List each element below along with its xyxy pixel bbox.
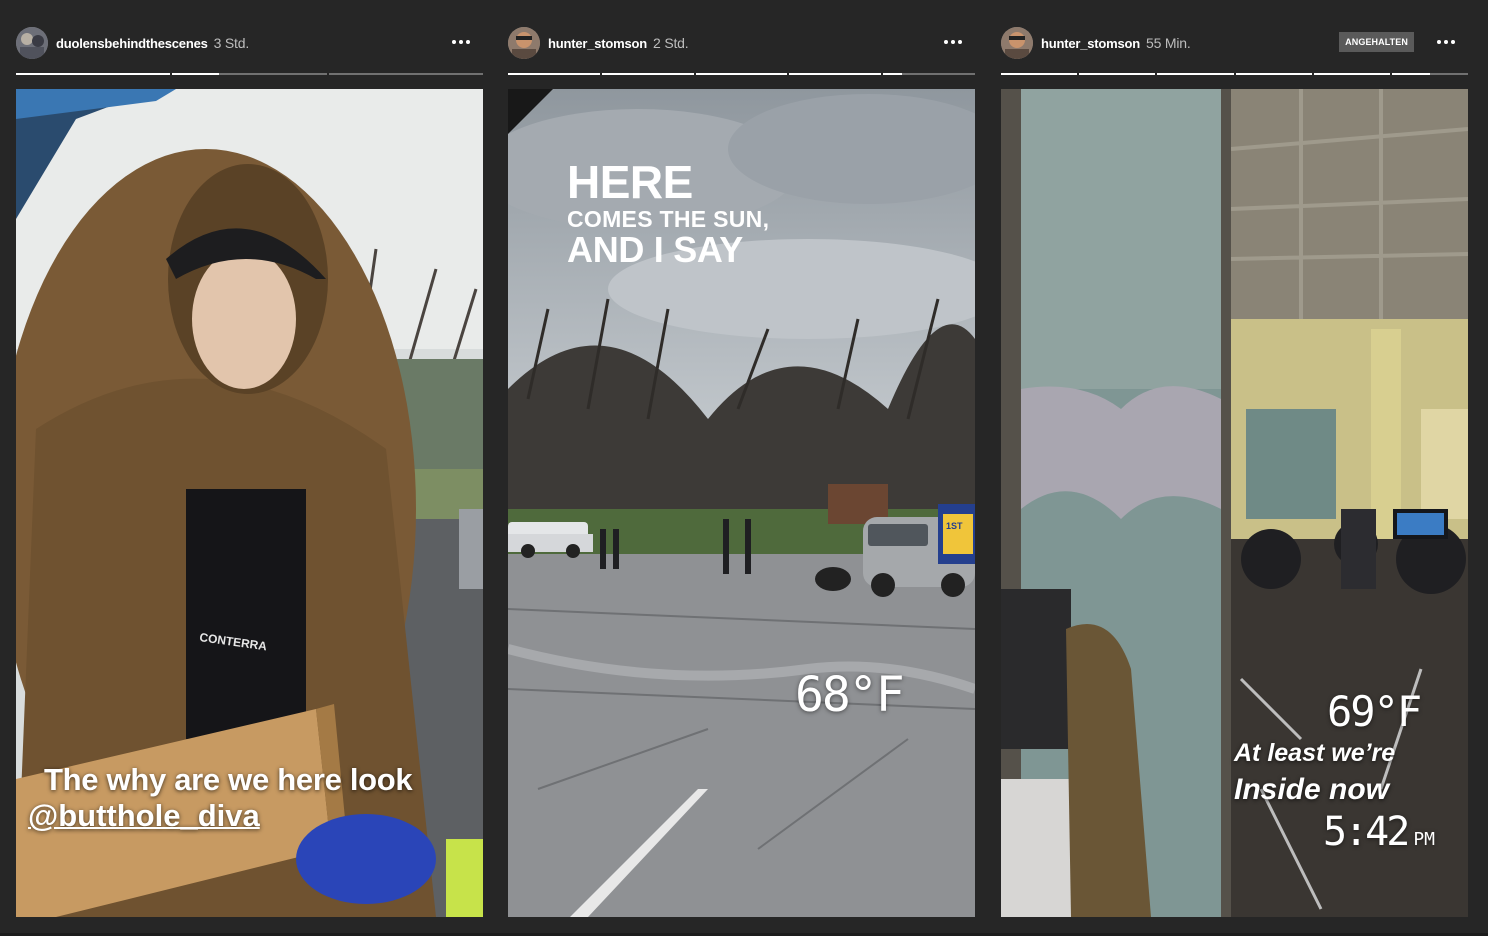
username[interactable]: hunter_stomson — [1041, 36, 1140, 51]
progress-segment — [328, 73, 483, 75]
username-row: hunter_stomson 2 Std. — [548, 35, 689, 51]
story-header: hunter_stomson 2 Std. — [508, 26, 975, 60]
progress-segment — [1079, 73, 1156, 75]
progress-segment — [1157, 73, 1234, 75]
progress-bar — [16, 73, 483, 75]
story-caption: The why are we here look — [44, 762, 413, 797]
time-sticker: 5:42 PM — [1323, 809, 1435, 855]
more-horizontal-icon — [1437, 40, 1441, 44]
more-options-button[interactable] — [1434, 30, 1458, 54]
progress-segment — [695, 73, 788, 75]
story-card-2[interactable]: hunter_stomson 2 Std. 1ST HERE COMES THE… — [508, 0, 975, 936]
clock-time: 5:42 — [1323, 809, 1410, 855]
clock-ampm: PM — [1413, 829, 1436, 850]
more-horizontal-icon — [452, 40, 456, 44]
story-card-3[interactable]: hunter_stomson 55 Min. ANGEHALTEN 69°F A… — [1001, 0, 1469, 936]
post-time: 55 Min. — [1146, 35, 1191, 51]
story-text-line-2: Inside now — [1234, 773, 1390, 806]
progress-bar — [1001, 73, 1469, 75]
avatar[interactable] — [16, 27, 48, 59]
username-row: duolensbehindthescenes 3 Std. — [56, 35, 249, 51]
progress-segment — [883, 73, 975, 75]
more-horizontal-icon — [944, 40, 948, 44]
progress-segment — [1391, 73, 1469, 75]
avatar[interactable] — [1001, 27, 1033, 59]
mention-tag[interactable]: @butthole_diva — [28, 798, 260, 834]
progress-segment — [1313, 73, 1390, 75]
story-media[interactable]: 1ST HERE COMES THE SUN, AND I SAY 68°F — [508, 89, 975, 917]
lyric-line-3: AND I SAY — [567, 229, 744, 270]
progress-segment — [508, 73, 600, 75]
more-options-button[interactable] — [449, 30, 473, 54]
progress-segment — [1235, 73, 1312, 75]
story-text-line-1: At least we’re — [1234, 739, 1396, 767]
progress-segment — [601, 73, 694, 75]
post-time: 3 Std. — [213, 35, 250, 51]
story-header: duolensbehindthescenes 3 Std. — [16, 26, 483, 60]
progress-segment — [16, 73, 171, 75]
story-header: hunter_stomson 55 Min. ANGEHALTEN — [1001, 26, 1468, 60]
story-media[interactable]: 69°F At least we’re Inside now 5:42 PM — [1001, 89, 1468, 917]
username[interactable]: hunter_stomson — [548, 36, 647, 51]
post-time: 2 Std. — [653, 35, 689, 51]
paused-badge: ANGEHALTEN — [1339, 32, 1414, 52]
avatar[interactable] — [508, 27, 540, 59]
username-row: hunter_stomson 55 Min. — [1041, 35, 1191, 51]
svg-text:1ST: 1ST — [946, 521, 963, 531]
progress-segment — [1001, 73, 1078, 75]
progress-segment — [789, 73, 882, 75]
lyric-line-1: HERE — [567, 156, 693, 208]
more-options-button[interactable] — [941, 30, 965, 54]
username[interactable]: duolensbehindthescenes — [56, 36, 208, 51]
progress-bar — [508, 73, 975, 75]
mention-text[interactable]: @butthole_diva — [28, 798, 260, 833]
story-card-1[interactable]: duolensbehindthescenes 3 Std. CONTERRA T… — [16, 0, 483, 936]
temperature-sticker: 68°F — [795, 667, 905, 723]
progress-segment — [172, 73, 327, 75]
story-media[interactable]: CONTERRA The why are we here look @butth… — [16, 89, 483, 917]
temperature-sticker: 69°F — [1327, 687, 1422, 736]
